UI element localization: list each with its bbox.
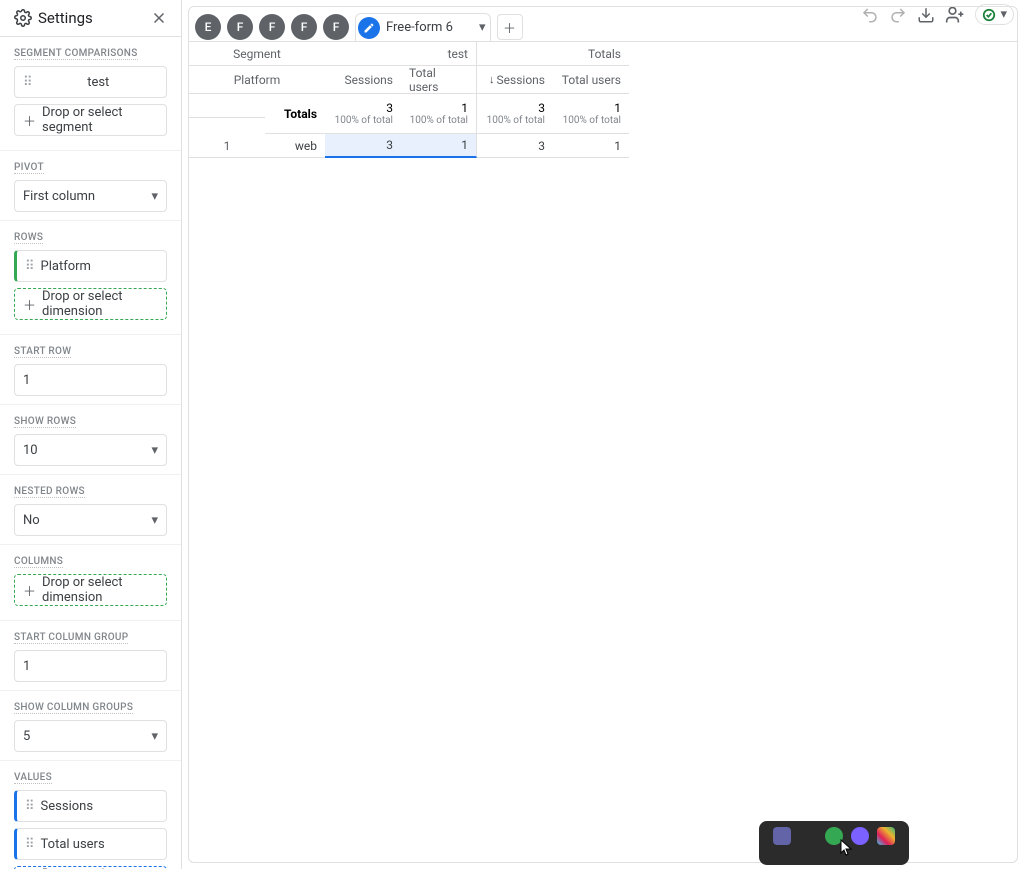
show-col-groups-select[interactable]: 5 ▾ — [14, 720, 167, 752]
chevron-down-icon: ▾ — [151, 729, 158, 744]
report-table: Segment test Totals Platform Sessions To… — [189, 41, 1017, 158]
plus-icon: ＋ — [23, 111, 36, 130]
totals-blank — [189, 94, 265, 118]
row1-dim[interactable]: web — [265, 134, 325, 158]
plus-icon: ＋ — [23, 581, 36, 600]
section-columns: COLUMNS ＋ Drop or select dimension — [0, 545, 181, 621]
section-show-rows: SHOW ROWS 10 ▾ — [0, 405, 181, 475]
section-label: SEGMENT COMPARISONS — [14, 48, 138, 60]
totals-label: Totals — [265, 94, 325, 134]
drop-column-dimension[interactable]: ＋ Drop or select dimension — [14, 574, 167, 606]
nested-rows-select[interactable]: No ▾ — [14, 504, 167, 536]
tab-active[interactable]: Free-form 6 ▾ — [355, 13, 491, 41]
tab-f2[interactable]: F — [259, 14, 285, 40]
row1-index: 1 — [189, 134, 265, 158]
totals-v1: 3100% of total — [325, 94, 401, 134]
settings-sidebar: Settings SEGMENT COMPARISONS ⠿ test ＋ Dr… — [0, 0, 182, 869]
segment-chip-test[interactable]: ⠿ test — [14, 66, 167, 98]
values-chip-total-users[interactable]: ⠿ Total users — [14, 828, 167, 860]
app-icon-2[interactable] — [825, 827, 843, 845]
totals-v4: 1100% of total — [553, 94, 629, 134]
section-segment-comparisons: SEGMENT COMPARISONS ⠿ test ＋ Drop or sel… — [0, 37, 181, 151]
pivot-select[interactable]: First column ▾ — [14, 180, 167, 212]
row1-v2[interactable]: 1 — [401, 134, 477, 158]
chevron-down-icon: ▾ — [151, 443, 158, 458]
tab-e[interactable]: E — [195, 14, 221, 40]
teams-icon[interactable] — [773, 827, 791, 845]
totals-v2: 1100% of total — [401, 94, 477, 134]
rows-chip-platform[interactable]: ⠿ Platform — [14, 250, 167, 282]
th-totalusers-2[interactable]: Total users — [553, 66, 629, 94]
drop-row-dimension[interactable]: ＋ Drop or select dimension — [14, 288, 167, 320]
close-icon[interactable] — [147, 6, 171, 30]
row1-v1[interactable]: 3 — [325, 134, 401, 158]
th-sessions-2[interactable]: ↓Sessions — [477, 66, 553, 94]
drag-icon: ⠿ — [25, 259, 35, 274]
sidebar-header: Settings — [0, 0, 181, 37]
gear-icon — [14, 9, 32, 27]
drag-icon: ⠿ — [23, 75, 33, 90]
section-nested-rows: NESTED ROWS No ▾ — [0, 475, 181, 545]
chevron-down-icon: ▾ — [151, 513, 158, 528]
section-start-row: START ROW 1 — [0, 335, 181, 405]
section-start-col-group: START COLUMN GROUP 1 — [0, 621, 181, 691]
chevron-down-icon: ▾ — [151, 189, 158, 204]
main-area: ▾ E F F F F Free-form 6 ▾ ＋ — [182, 0, 1024, 869]
th-sessions-1[interactable]: Sessions — [325, 66, 401, 94]
totals-v3: 3100% of total — [477, 94, 553, 134]
show-rows-select[interactable]: 10 ▾ — [14, 434, 167, 466]
start-row-input[interactable]: 1 — [14, 364, 167, 396]
section-pivot: PIVOT First column ▾ — [0, 151, 181, 221]
values-chip-sessions[interactable]: ⠿ Sessions — [14, 790, 167, 822]
row1-v3[interactable]: 3 — [477, 134, 553, 158]
slack-icon[interactable] — [877, 827, 895, 845]
tab-f3[interactable]: F — [291, 14, 317, 40]
th-platform[interactable]: Platform — [189, 66, 325, 94]
th-group-totals: Totals — [477, 42, 629, 66]
drag-icon: ⠿ — [25, 837, 35, 852]
app-icon[interactable] — [799, 827, 817, 845]
sort-desc-icon: ↓ — [489, 73, 495, 86]
sidebar-title-text: Settings — [38, 9, 93, 27]
os-taskbar-popup[interactable] — [759, 821, 909, 865]
row1-v4[interactable]: 1 — [553, 134, 629, 158]
section-values: VALUES ⠿ Sessions ⠿ Total users ＋ Drop o… — [0, 761, 181, 869]
th-group-test: test — [325, 42, 477, 66]
chevron-down-icon[interactable]: ▾ — [479, 20, 486, 35]
plus-icon: ＋ — [23, 295, 36, 314]
add-tab-button[interactable]: ＋ — [497, 14, 523, 40]
tab-row: E F F F F Free-form 6 ▾ ＋ — [189, 7, 1017, 41]
start-col-group-input[interactable]: 1 — [14, 650, 167, 682]
drop-segment[interactable]: ＋ Drop or select segment — [14, 104, 167, 136]
tab-f1[interactable]: F — [227, 14, 253, 40]
pencil-icon — [358, 17, 380, 39]
drag-icon: ⠿ — [25, 799, 35, 814]
tab-f4[interactable]: F — [323, 14, 349, 40]
section-show-col-groups: SHOW COLUMN GROUPS 5 ▾ — [0, 691, 181, 761]
th-totalusers-1[interactable]: Total users — [401, 66, 477, 94]
th-segment: Segment — [189, 42, 325, 66]
section-rows: ROWS ⠿ Platform ＋ Drop or select dimensi… — [0, 221, 181, 335]
app-icon-3[interactable] — [851, 827, 869, 845]
